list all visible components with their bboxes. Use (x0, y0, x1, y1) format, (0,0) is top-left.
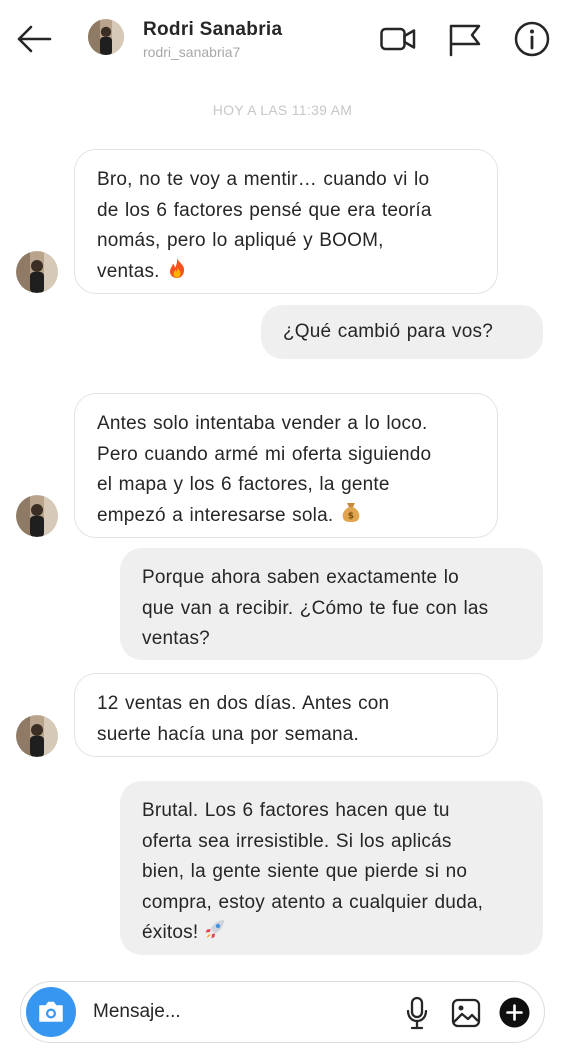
chat-header: Rodri Sanabria rodri_sanabria7 (0, 0, 565, 76)
back-arrow-icon[interactable] (14, 22, 54, 56)
gallery-icon[interactable] (451, 998, 481, 1028)
message-line: oferta sea irresistible. Si los aplicás (142, 830, 452, 852)
info-icon[interactable] (513, 20, 551, 58)
microphone-icon[interactable] (404, 996, 430, 1030)
message-line: empezó a interesarse sola. (97, 504, 334, 526)
money-bag-emoji-icon: $ (341, 501, 361, 534)
sent-message-bubble[interactable]: Brutal. Los 6 factores hacen que tu ofer… (120, 781, 543, 955)
avatar[interactable] (16, 715, 58, 757)
message-line: el mapa y los 6 factores, la gente (97, 474, 390, 495)
message-line: de los 6 factores pensé que era teoría (97, 199, 432, 221)
message-line: ventas. (97, 260, 160, 282)
avatar[interactable] (16, 251, 58, 293)
message-line: compra, estoy atento a cualquier duda, (142, 891, 484, 913)
fire-emoji-icon (168, 257, 186, 290)
message-input[interactable] (93, 992, 393, 1032)
received-message-bubble[interactable]: Bro, no te voy a mentir… cuando vi lo de… (74, 149, 498, 294)
header-avatar[interactable] (88, 19, 124, 55)
message-line: ventas? (142, 628, 210, 649)
message-line: bien, la gente siente que pierde si no (142, 861, 468, 882)
contact-name[interactable]: Rodri Sanabria (143, 19, 282, 41)
message-line: Brutal. Los 6 factores hacen que tu (142, 800, 450, 821)
contact-username: rodri_sanabria7 (143, 44, 241, 60)
rocket-emoji-icon (204, 918, 226, 951)
received-message-bubble[interactable]: Antes solo intentaba vender a lo loco. P… (74, 393, 498, 538)
message-line: suerte hacía una por semana. (97, 723, 360, 745)
message-line: éxitos! (142, 922, 199, 943)
camera-icon[interactable] (26, 987, 76, 1037)
video-call-icon[interactable] (379, 20, 417, 58)
sent-message-bubble[interactable]: Porque ahora saben exactamente lo que va… (120, 548, 543, 660)
message-line: que van a recibir. ¿Cómo te fue con las (142, 597, 489, 619)
message-line: Pero cuando armé mi oferta siguiendo (97, 443, 432, 465)
message-line: nomás, pero lo apliqué y BOOM, (97, 230, 384, 251)
message-line: Porque ahora saben exactamente lo (142, 567, 459, 588)
message-timestamp: HOY A LAS 11:39 AM (212, 102, 353, 118)
message-line: 12 ventas en dos días. Antes con (97, 693, 390, 714)
sent-message-bubble[interactable]: ¿Qué cambió para vos? (261, 305, 543, 359)
received-message-bubble[interactable]: 12 ventas en dos días. Antes con suerte … (74, 673, 498, 757)
message-composer (20, 981, 545, 1043)
flag-icon[interactable] (446, 20, 484, 58)
message-line: ¿Qué cambió para vos? (283, 321, 493, 342)
svg-text:$: $ (348, 511, 354, 521)
message-line: Bro, no te voy a mentir… cuando vi lo (97, 169, 430, 190)
avatar[interactable] (16, 495, 58, 537)
message-line: Antes solo intentaba vender a lo loco. (97, 413, 428, 434)
plus-icon[interactable] (499, 997, 530, 1028)
